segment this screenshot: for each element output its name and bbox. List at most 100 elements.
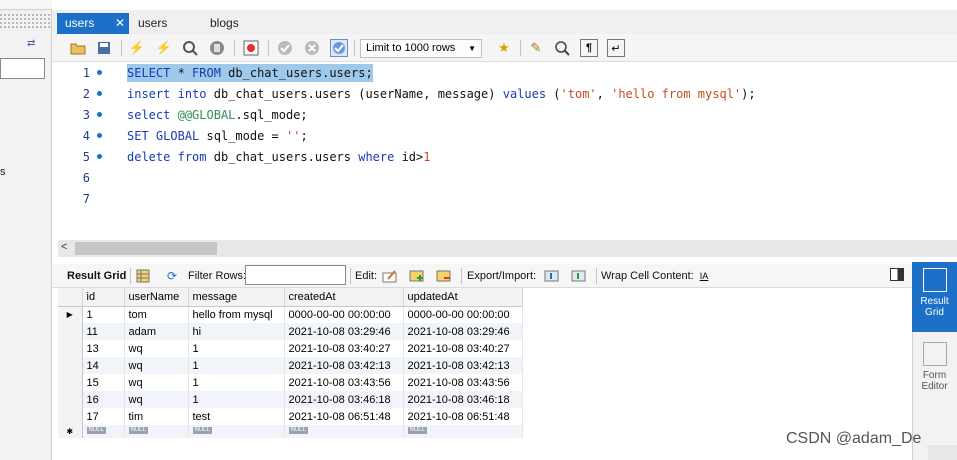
- table-cell[interactable]: hello from mysql: [188, 306, 285, 323]
- table-cell[interactable]: 0000-00-00 00:00:00: [284, 306, 404, 323]
- sync-arrows-icon[interactable]: ⇄: [27, 38, 35, 49]
- table-cell[interactable]: 2021-10-08 03:43:56: [403, 374, 523, 391]
- table-row[interactable]: ▶ 1 tom hello from mysql 0000-00-00 00:00:00…: [58, 306, 523, 323]
- table-cell[interactable]: 2021-10-08 03:29:46: [403, 323, 523, 340]
- delete-row-icon[interactable]: [435, 267, 453, 285]
- table-cell[interactable]: wq: [124, 391, 189, 408]
- table-cell[interactable]: 0000-00-00 00:00:00: [403, 306, 523, 323]
- stop-icon[interactable]: [208, 39, 226, 57]
- table-row[interactable]: 11 adam hi 2021-10-08 03:29:46 2021-10-08 03…: [58, 323, 523, 340]
- bookmark-icon[interactable]: ★: [495, 39, 513, 57]
- execute-icon[interactable]: ⚡: [128, 39, 146, 57]
- save-icon[interactable]: [95, 39, 113, 57]
- null-cell[interactable]: NULL: [188, 425, 285, 438]
- row-header[interactable]: [58, 323, 83, 340]
- table-cell[interactable]: 14: [82, 357, 125, 374]
- table-row[interactable]: 15 wq 1 2021-10-08 03:43:56 2021-10-08 03:43…: [58, 374, 523, 391]
- table-cell[interactable]: 2021-10-08 03:40:27: [403, 340, 523, 357]
- execute-current-icon[interactable]: ⚡: [155, 39, 173, 57]
- table-cell[interactable]: 2021-10-08 03:40:27: [284, 340, 404, 357]
- toggle-error-icon[interactable]: [242, 39, 260, 57]
- table-cell[interactable]: wq: [124, 340, 189, 357]
- export-icon[interactable]: [543, 267, 561, 285]
- null-cell[interactable]: NULL: [403, 425, 523, 438]
- explain-icon[interactable]: [181, 39, 199, 57]
- new-row-marker-icon[interactable]: ✱: [58, 425, 83, 438]
- table-cell[interactable]: 13: [82, 340, 125, 357]
- table-cell[interactable]: 11: [82, 323, 125, 340]
- tab-blogs[interactable]: blogs: [202, 13, 247, 34]
- column-header-username[interactable]: userName: [124, 288, 189, 307]
- folder-icon[interactable]: [69, 39, 87, 57]
- row-header[interactable]: [58, 408, 83, 425]
- result-grid-label[interactable]: Result Grid: [67, 270, 126, 282]
- grid-icon[interactable]: [134, 267, 152, 285]
- autocommit-icon[interactable]: [330, 39, 348, 57]
- result-grid-panel-button[interactable]: Result Grid: [912, 262, 957, 332]
- table-cell[interactable]: 2021-10-08 03:46:18: [403, 391, 523, 408]
- form-editor-panel-button[interactable]: Form Editor: [912, 336, 957, 396]
- table-cell[interactable]: 2021-10-08 03:42:13: [403, 357, 523, 374]
- code-line-5[interactable]: delete from db_chat_users.users where id…: [127, 148, 430, 166]
- table-cell[interactable]: 16: [82, 391, 125, 408]
- table-row[interactable]: 17 tim test 2021-10-08 06:51:48 2021-10-08 0…: [58, 408, 523, 425]
- add-row-icon[interactable]: [408, 267, 426, 285]
- wrap-cell-icon[interactable]: IA: [695, 267, 713, 285]
- edit-row-icon[interactable]: [381, 267, 399, 285]
- column-header-id[interactable]: id: [82, 288, 125, 307]
- rollback-icon[interactable]: [303, 39, 321, 57]
- current-row-marker-icon[interactable]: ▶: [58, 306, 83, 323]
- code-line-1[interactable]: SELECT * FROM db_chat_users.users;: [127, 64, 373, 82]
- table-cell[interactable]: 2021-10-08 03:42:13: [284, 357, 404, 374]
- refresh-icon[interactable]: ⟳: [163, 267, 181, 285]
- row-header[interactable]: [58, 374, 83, 391]
- table-cell[interactable]: 2021-10-08 06:51:48: [284, 408, 404, 425]
- table-cell[interactable]: adam: [124, 323, 189, 340]
- import-icon[interactable]: [570, 267, 588, 285]
- table-cell[interactable]: 2021-10-08 03:43:56: [284, 374, 404, 391]
- table-cell[interactable]: 1: [188, 391, 285, 408]
- table-cell[interactable]: 1: [188, 374, 285, 391]
- commit-icon[interactable]: [276, 39, 294, 57]
- row-header[interactable]: [58, 391, 83, 408]
- close-icon[interactable]: ✕: [115, 13, 125, 34]
- find-icon[interactable]: [553, 39, 571, 57]
- table-cell[interactable]: 1: [188, 357, 285, 374]
- row-header[interactable]: [58, 340, 83, 357]
- invisible-chars-icon[interactable]: ¶: [580, 39, 598, 57]
- table-cell[interactable]: 1: [188, 340, 285, 357]
- new-row[interactable]: ✱ NULL NULL NULL NULL NULL: [58, 425, 523, 438]
- table-cell[interactable]: test: [188, 408, 285, 425]
- tab-users[interactable]: users: [130, 13, 175, 34]
- table-cell[interactable]: wq: [124, 374, 189, 391]
- null-cell[interactable]: NULL: [284, 425, 404, 438]
- table-cell[interactable]: 15: [82, 374, 125, 391]
- null-cell[interactable]: NULL: [124, 425, 189, 438]
- code-line-2[interactable]: insert into db_chat_users.users (userNam…: [127, 85, 756, 103]
- table-row[interactable]: 14 wq 1 2021-10-08 03:42:13 2021-10-08 03:42…: [58, 357, 523, 374]
- result-grid-table[interactable]: id userName message createdAt updatedAt …: [58, 288, 523, 438]
- column-header-createdat[interactable]: createdAt: [284, 288, 404, 307]
- limit-rows-select[interactable]: Limit to 1000 rows ▼: [360, 39, 482, 58]
- table-cell[interactable]: 1: [82, 306, 125, 323]
- column-header-message[interactable]: message: [188, 288, 285, 307]
- table-row[interactable]: 16 wq 1 2021-10-08 03:46:18 2021-10-08 03:46…: [58, 391, 523, 408]
- table-cell[interactable]: 2021-10-08 06:51:48: [403, 408, 523, 425]
- chevron-left-icon[interactable]: <: [61, 241, 67, 253]
- table-cell[interactable]: hi: [188, 323, 285, 340]
- code-line-3[interactable]: select @@GLOBAL.sql_mode;: [127, 106, 308, 124]
- panel-toggle-icon[interactable]: [890, 268, 904, 281]
- filter-rows-input[interactable]: [245, 265, 346, 285]
- table-row[interactable]: 13 wq 1 2021-10-08 03:40:27 2021-10-08 03:40…: [58, 340, 523, 357]
- row-header[interactable]: [58, 357, 83, 374]
- table-cell[interactable]: tom: [124, 306, 189, 323]
- table-cell[interactable]: 17: [82, 408, 125, 425]
- wrap-icon[interactable]: ↵: [607, 39, 625, 57]
- table-cell[interactable]: 2021-10-08 03:46:18: [284, 391, 404, 408]
- code-line-4[interactable]: SET GLOBAL sql_mode = '';: [127, 127, 308, 145]
- scrollbar-thumb[interactable]: [75, 242, 217, 255]
- table-cell[interactable]: 2021-10-08 03:29:46: [284, 323, 404, 340]
- table-cell[interactable]: wq: [124, 357, 189, 374]
- null-cell[interactable]: NULL: [82, 425, 125, 438]
- table-cell[interactable]: tim: [124, 408, 189, 425]
